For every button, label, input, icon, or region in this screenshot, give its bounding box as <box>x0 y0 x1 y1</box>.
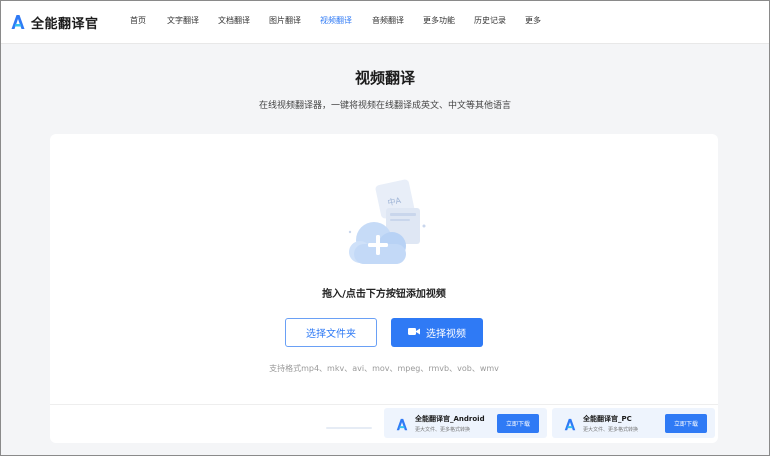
drop-instruction: 拖入/点击下方按钮添加视频 <box>322 289 446 300</box>
download-banner-pc[interactable]: 全能翻译官_PC 更大文件、更多格式转换 立即下载 <box>552 408 715 438</box>
download-pc-title: 全能翻译官_PC <box>583 415 632 423</box>
nav-item-more[interactable]: 更多 <box>525 15 541 26</box>
video-camera-icon <box>408 327 420 339</box>
page-subtitle: 在线视频翻译器，一键将视频在线翻译成英文、中文等其他语言 <box>258 101 511 111</box>
download-android-button[interactable]: 立即下载 <box>497 414 539 433</box>
download-banner-android[interactable]: 全能翻译官_Android 更大文件、更多格式转换 立即下载 <box>384 408 547 438</box>
page-title: 视频翻译 <box>354 69 415 87</box>
select-video-button[interactable]: 选择视频 <box>391 318 483 347</box>
download-android-title: 全能翻译官_Android <box>415 415 485 423</box>
nav-item-home[interactable]: 首页 <box>130 15 146 26</box>
nav-item-text-translate[interactable]: 文字翻译 <box>167 15 199 26</box>
top-header: 全能翻译官 首页 文字翻译 文档翻译 图片翻译 视频翻译 音频翻译 更多功能 历… <box>1 1 769 44</box>
nav-item-audio-translate[interactable]: 音频翻译 <box>372 15 404 26</box>
app-logo-icon <box>11 14 25 30</box>
nav-item-more-features[interactable]: 更多功能 <box>423 15 455 26</box>
nav-item-video-translate[interactable]: 视频翻译 <box>320 15 352 26</box>
upload-card[interactable]: 中A 拖入/点击下方按钮添加视频 选择文件夹 选择视频 支持格式mp4、mkv、… <box>50 134 718 443</box>
select-folder-button[interactable]: 选择文件夹 <box>285 318 377 347</box>
download-pc-button[interactable]: 立即下载 <box>665 414 707 433</box>
nav-item-doc-translate[interactable]: 文档翻译 <box>218 15 250 26</box>
cloud-plus-icon[interactable]: 中A <box>340 178 436 278</box>
select-video-label: 选择视频 <box>426 329 466 340</box>
nav-item-image-translate[interactable]: 图片翻译 <box>269 15 301 26</box>
download-android-subtitle: 更大文件、更多格式转换 <box>415 427 471 433</box>
supported-formats: 支持格式mp4、mkv、avi、mov、mpeg、rmvb、vob、wmv <box>269 364 499 373</box>
decorative-line <box>326 427 372 429</box>
app-name: 全能翻译官 <box>31 16 99 32</box>
android-app-logo-icon <box>396 416 408 435</box>
nav-item-history[interactable]: 历史记录 <box>474 15 506 26</box>
app-logo[interactable]: 全能翻译官 <box>11 12 99 32</box>
pc-app-logo-icon <box>564 416 576 435</box>
download-pc-subtitle: 更大文件、更多格式转换 <box>583 427 639 433</box>
card-divider <box>50 404 718 405</box>
